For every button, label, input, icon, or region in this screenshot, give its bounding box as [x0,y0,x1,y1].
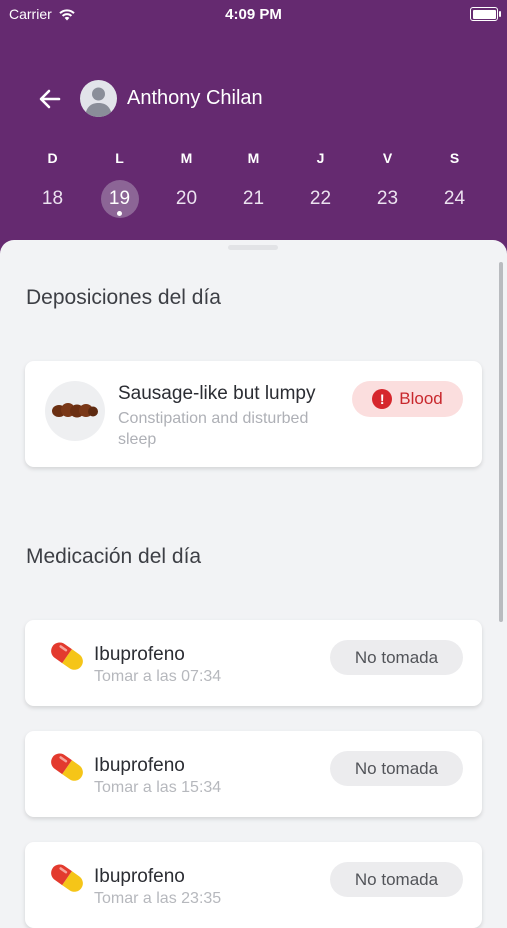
day-letter: S [449,150,460,166]
medication-name: Ibuprofeno [94,644,185,665]
day-number: 22 [309,188,332,209]
day-monday[interactable]: L 19 [86,148,153,218]
day-number: 24 [443,188,466,209]
medication-status-button[interactable]: No tomada [330,751,463,786]
medication-status-button[interactable]: No tomada [330,862,463,897]
pill-capsule-icon [51,753,83,781]
user-avatar-icon [85,87,112,117]
depositions-title: Deposiciones del día [26,286,221,309]
day-number: 18 [41,188,64,209]
day-letter: V [382,150,393,166]
day-number: 21 [242,188,265,209]
day-friday[interactable]: V 23 [354,148,421,218]
pill-capsule-icon [51,864,83,892]
avatar[interactable] [80,80,117,117]
stool-type-label: Sausage-like but lumpy [118,383,316,404]
medication-card[interactable]: Ibuprofeno Tomar a las 15:34 No tomada [25,731,482,817]
medication-name: Ibuprofeno [94,755,185,776]
alert-icon: ! [372,389,393,409]
medication-status-button[interactable]: No tomada [330,640,463,675]
battery-icon [470,7,501,21]
week-selector: D 18 L 19 M 20 M 21 J 22 V 23 S 24 [19,148,488,218]
status-bar: Carrier 4:09 PM [0,0,507,30]
day-letter: J [316,150,325,166]
medication-name: Ibuprofeno [94,866,185,887]
day-tuesday[interactable]: M 20 [153,148,220,218]
day-number: 23 [376,188,399,209]
back-arrow-icon[interactable] [37,86,63,112]
day-number: 20 [175,188,198,209]
content-sheet [0,240,507,920]
stool-entry-card[interactable]: Sausage-like but lumpy Constipation and … [25,361,482,467]
medication-time: Tomar a las 15:34 [94,779,222,796]
day-letter: M [247,150,260,166]
medication-card[interactable]: Ibuprofeno Tomar a las 07:34 No tomada [25,620,482,706]
sheet-handle[interactable] [228,245,278,250]
stool-type-image [45,381,105,441]
selected-day-dot [117,211,122,216]
day-saturday[interactable]: S 24 [421,148,488,218]
medication-time: Tomar a las 07:34 [94,668,222,685]
medication-title: Medicación del día [26,545,202,568]
medication-card[interactable]: Ibuprofeno Tomar a las 23:35 No tomada [25,842,482,928]
day-letter: D [47,150,58,166]
day-thursday[interactable]: J 22 [287,148,354,218]
day-sunday[interactable]: D 18 [19,148,86,218]
stool-description: Constipation and disturbed sleep [118,410,309,448]
blood-badge: ! Blood [352,381,463,417]
status-time: 4:09 PM [225,6,282,23]
day-letter: L [115,150,124,166]
blood-badge-label: Blood [399,389,443,408]
day-letter: M [180,150,193,166]
pill-capsule-icon [51,642,83,670]
user-name: Anthony Chilan [127,87,263,109]
scrollbar[interactable] [499,262,503,622]
medication-time: Tomar a las 23:35 [94,890,222,907]
day-wednesday[interactable]: M 21 [220,148,287,218]
stool-type-icon [52,403,98,418]
header: Carrier 4:09 PM Anthony Chilan D 18 L 19 [0,0,507,262]
